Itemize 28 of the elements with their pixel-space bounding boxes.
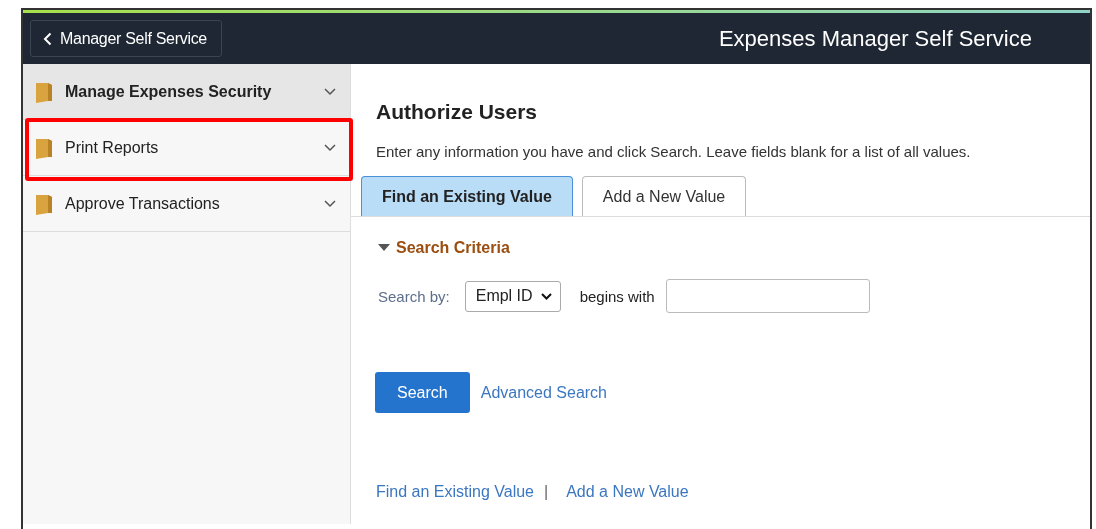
folder-icon xyxy=(35,192,53,215)
sidebar-item[interactable]: Approve Transactions xyxy=(23,176,350,232)
tab[interactable]: Find an Existing Value xyxy=(361,176,573,216)
link-separator: | xyxy=(544,483,549,501)
chevron-down-icon xyxy=(324,199,336,208)
chevron-left-icon xyxy=(43,31,52,46)
header-title: Expenses Manager Self Service xyxy=(718,25,1032,52)
instructions-text: Enter any information you have and click Search. Leave fields blank for a list of all values. xyxy=(376,143,972,160)
search-by-dropdown[interactable]: Empl ID xyxy=(464,280,561,312)
footer-link[interactable]: Find an Existing Value xyxy=(376,483,534,501)
sidebar-item[interactable]: Print Reports xyxy=(23,120,350,176)
advanced-search-link[interactable]: Advanced Search xyxy=(480,383,607,402)
sidebar-item[interactable]: Manage Expenses Security xyxy=(23,64,350,120)
tab[interactable]: Add a New Value xyxy=(581,176,747,216)
search-button[interactable]: Search xyxy=(375,372,470,413)
folder-icon xyxy=(35,136,53,159)
section-header[interactable]: Search Criteria xyxy=(351,239,1090,257)
footer-link[interactable]: Add a New Value xyxy=(566,483,689,501)
chevron-down-icon xyxy=(324,87,336,96)
caret-icon xyxy=(378,244,390,252)
back-button[interactable]: Manager Self Service xyxy=(30,20,222,57)
search-input-field[interactable] xyxy=(665,279,870,313)
chevron-down-icon xyxy=(540,292,552,300)
folder-icon xyxy=(35,80,53,103)
page-title: Authorize Users xyxy=(376,100,539,124)
operator-label: begins with xyxy=(579,287,655,305)
chevron-down-icon xyxy=(324,143,336,152)
field-label: Search by: xyxy=(378,287,450,305)
